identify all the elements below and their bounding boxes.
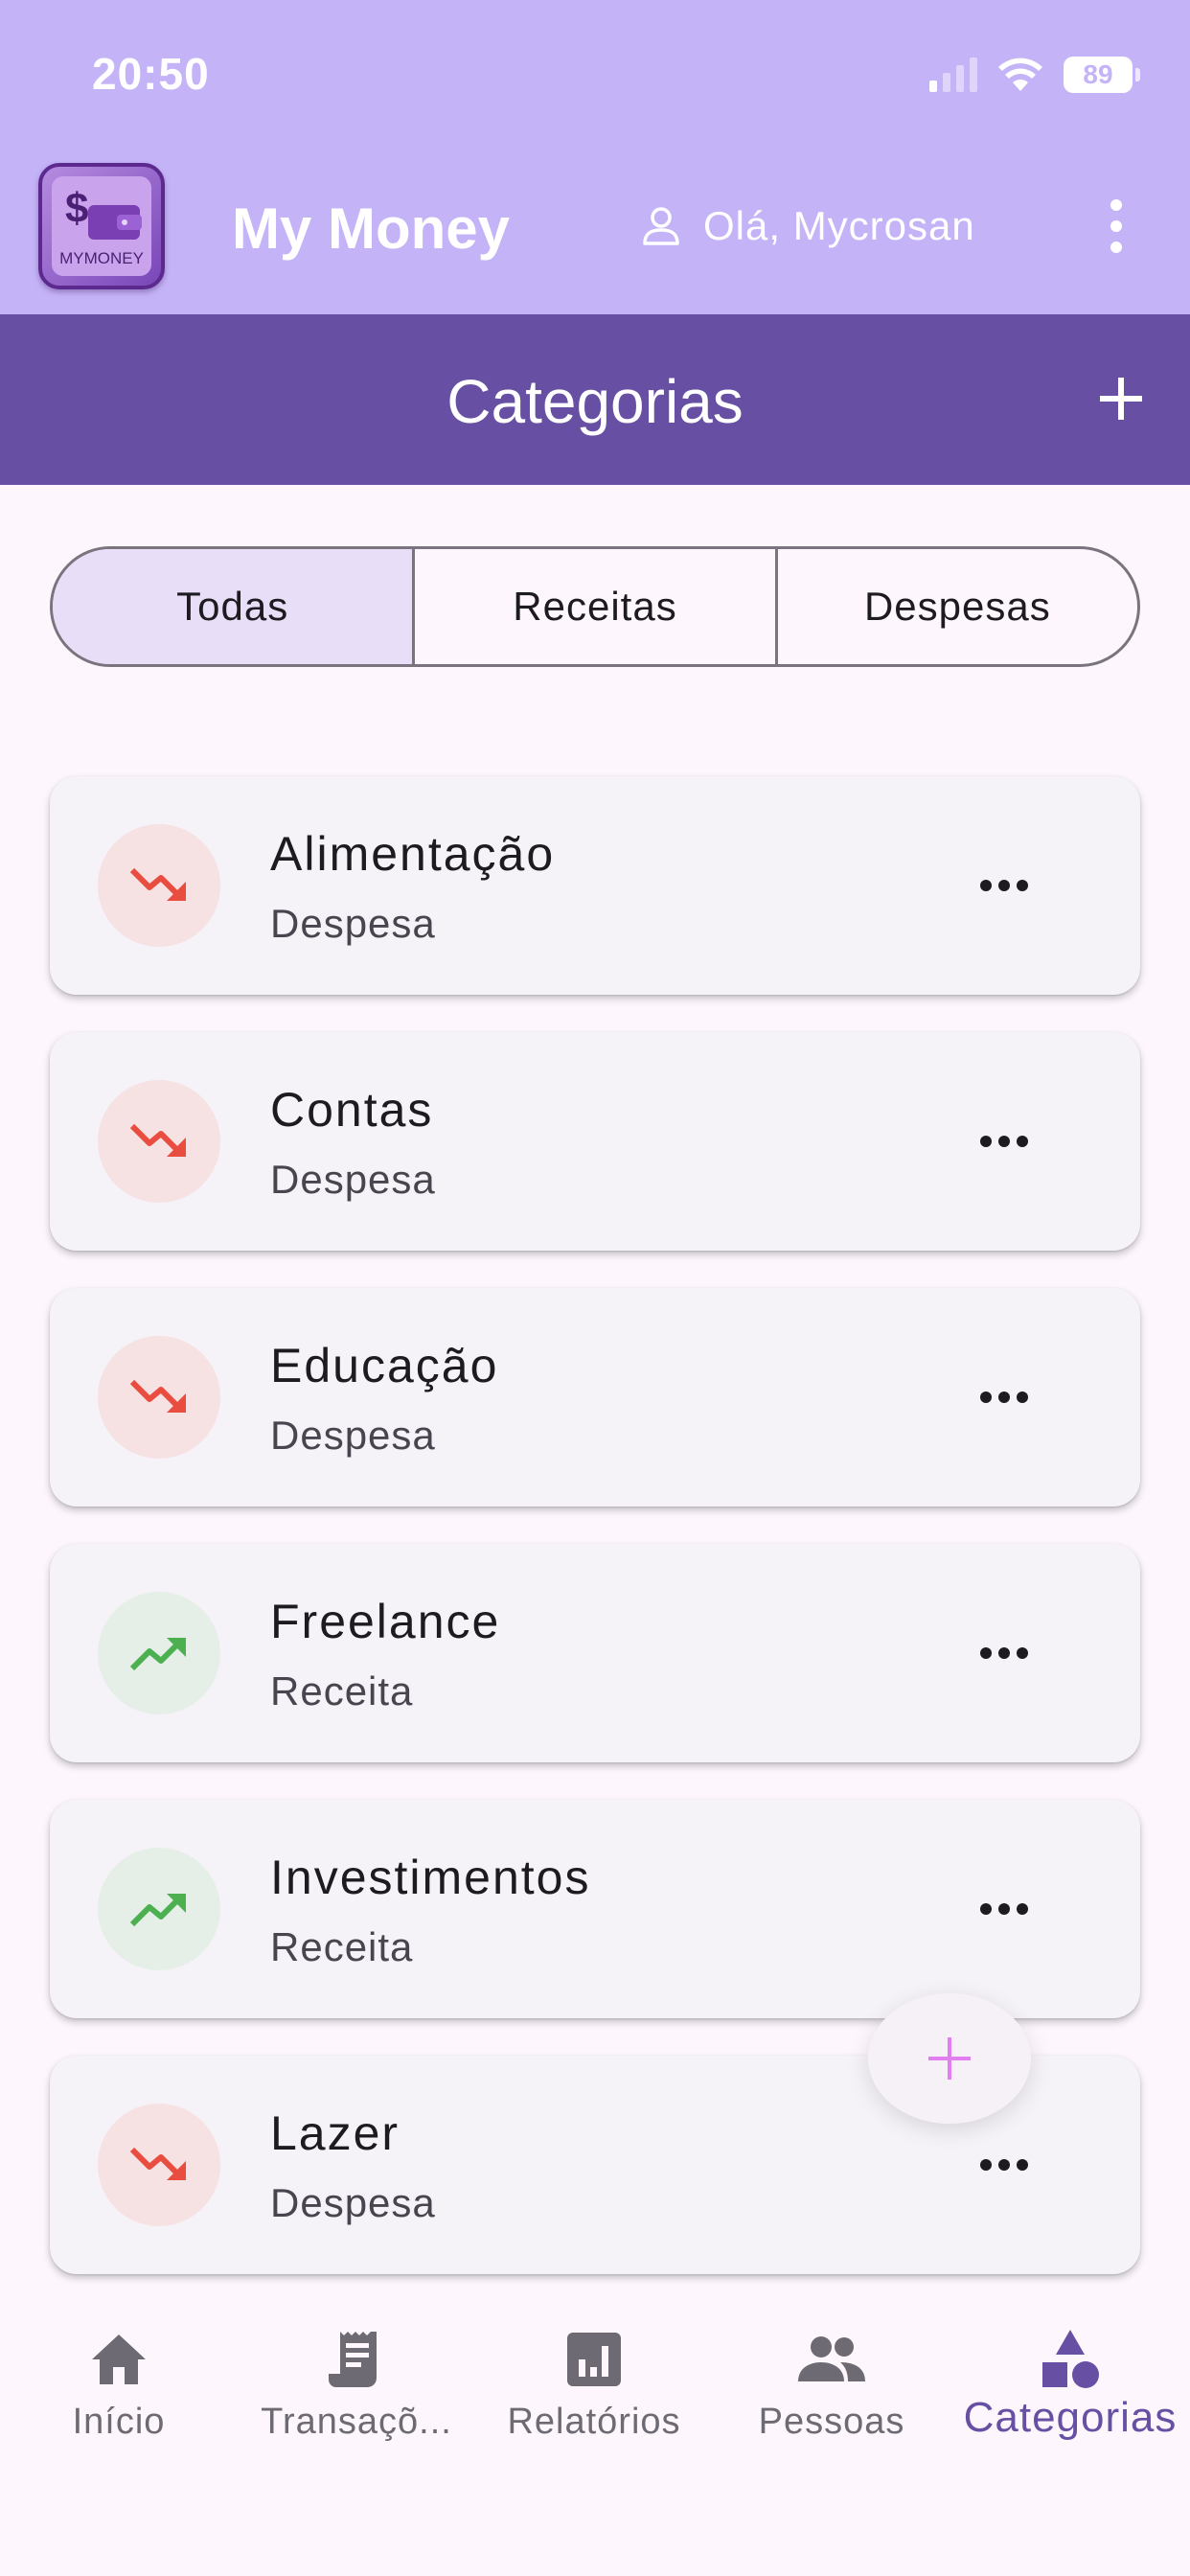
trending-down-icon bbox=[129, 1379, 186, 1414]
category-type: Despesa bbox=[270, 1157, 436, 1202]
nav-transactions[interactable]: Transaçõ... bbox=[238, 2294, 475, 2576]
more-horiz-icon[interactable] bbox=[966, 1624, 1042, 1682]
category-name: Freelance bbox=[270, 1595, 501, 1648]
title-bar: Categorias bbox=[0, 314, 1190, 485]
category-type: Receita bbox=[270, 1924, 414, 1969]
filter-expense[interactable]: Despesas bbox=[774, 549, 1137, 664]
trending-up-icon bbox=[129, 1637, 186, 1671]
category-type: Despesa bbox=[270, 1413, 436, 1458]
app-logo: $ MYMONEY bbox=[38, 163, 165, 289]
category-name: Educação bbox=[270, 1339, 499, 1392]
nav-label: Transaçõ... bbox=[261, 2402, 452, 2442]
plus-icon bbox=[1100, 378, 1142, 420]
user-greeting[interactable]: Olá, Mycrosan bbox=[640, 203, 975, 249]
filter-all[interactable]: Todas bbox=[53, 549, 413, 664]
nav-label: Pessoas bbox=[758, 2402, 905, 2442]
trending-up-icon bbox=[129, 1893, 186, 1927]
bar-chart-icon bbox=[558, 2323, 630, 2396]
page-title: Categorias bbox=[446, 367, 744, 436]
category-filter: Todas Receitas Despesas bbox=[50, 546, 1140, 667]
filter-income[interactable]: Receitas bbox=[412, 549, 774, 664]
receipt-icon bbox=[320, 2323, 393, 2396]
logo-text: MYMONEY bbox=[59, 249, 144, 267]
nav-people[interactable]: Pessoas bbox=[713, 2294, 950, 2576]
list-item[interactable]: Alimentação Despesa bbox=[50, 776, 1140, 995]
svg-text:$: $ bbox=[65, 185, 88, 232]
category-type: Despesa bbox=[270, 901, 436, 946]
nav-label: Categorias bbox=[963, 2394, 1178, 2441]
signal-icon bbox=[929, 58, 977, 92]
more-horiz-icon[interactable] bbox=[966, 2136, 1042, 2194]
category-name: Lazer bbox=[270, 2106, 400, 2160]
status-icons: 89 bbox=[929, 54, 1140, 96]
more-vert-icon[interactable] bbox=[1102, 199, 1131, 253]
app-bar: $ MYMONEY My Money Olá, Mycrosan bbox=[0, 153, 1190, 314]
home-icon bbox=[82, 2323, 155, 2396]
nav-home[interactable]: Início bbox=[0, 2294, 238, 2576]
more-horiz-icon[interactable] bbox=[966, 1113, 1042, 1170]
category-type: Receita bbox=[270, 1668, 414, 1714]
more-horiz-icon[interactable] bbox=[966, 1368, 1042, 1426]
trending-down-icon bbox=[129, 2147, 186, 2181]
income-avatar bbox=[98, 1592, 220, 1714]
income-avatar bbox=[98, 1848, 220, 1970]
category-icon bbox=[1034, 2323, 1107, 2396]
app-title: My Money bbox=[232, 196, 511, 261]
list-item[interactable]: Freelance Receita bbox=[50, 1544, 1140, 1762]
bottom-navigation: Início Transaçõ... Relatórios Pessoas Ca… bbox=[0, 2294, 1190, 2576]
list-item[interactable]: Educação Despesa bbox=[50, 1288, 1140, 1506]
expense-avatar bbox=[98, 1336, 220, 1459]
people-icon bbox=[795, 2323, 868, 2396]
status-bar: 20:50 89 bbox=[0, 0, 1190, 153]
person-icon bbox=[643, 207, 679, 245]
trending-down-icon bbox=[129, 1123, 186, 1158]
nav-label: Relatórios bbox=[507, 2402, 681, 2442]
category-name: Investimentos bbox=[270, 1851, 591, 1904]
battery-level: 89 bbox=[1083, 59, 1113, 89]
more-horiz-icon[interactable] bbox=[966, 1880, 1042, 1938]
list-item[interactable]: Contas Despesa bbox=[50, 1032, 1140, 1251]
category-name: Alimentação bbox=[270, 827, 556, 881]
status-time: 20:50 bbox=[92, 49, 210, 99]
wallet-icon: $ bbox=[65, 185, 142, 240]
expense-avatar bbox=[98, 1080, 220, 1203]
plus-icon bbox=[928, 2037, 971, 2080]
add-fab-button[interactable] bbox=[868, 1993, 1031, 2124]
more-horiz-icon[interactable] bbox=[966, 857, 1042, 914]
wifi-icon bbox=[998, 58, 1042, 91]
greeting-text: Olá, Mycrosan bbox=[703, 203, 975, 248]
expense-avatar bbox=[98, 2104, 220, 2226]
battery-icon: 89 bbox=[1064, 57, 1140, 93]
add-category-button[interactable] bbox=[1085, 362, 1157, 435]
nav-reports[interactable]: Relatórios bbox=[475, 2294, 713, 2576]
nav-label: Início bbox=[72, 2402, 166, 2442]
expense-avatar bbox=[98, 824, 220, 947]
category-name: Contas bbox=[270, 1083, 434, 1137]
category-type: Despesa bbox=[270, 2180, 436, 2225]
trending-down-icon bbox=[129, 867, 186, 902]
list-item[interactable]: Investimentos Receita bbox=[50, 1800, 1140, 2018]
nav-categories[interactable]: Categorias bbox=[950, 2294, 1190, 2576]
